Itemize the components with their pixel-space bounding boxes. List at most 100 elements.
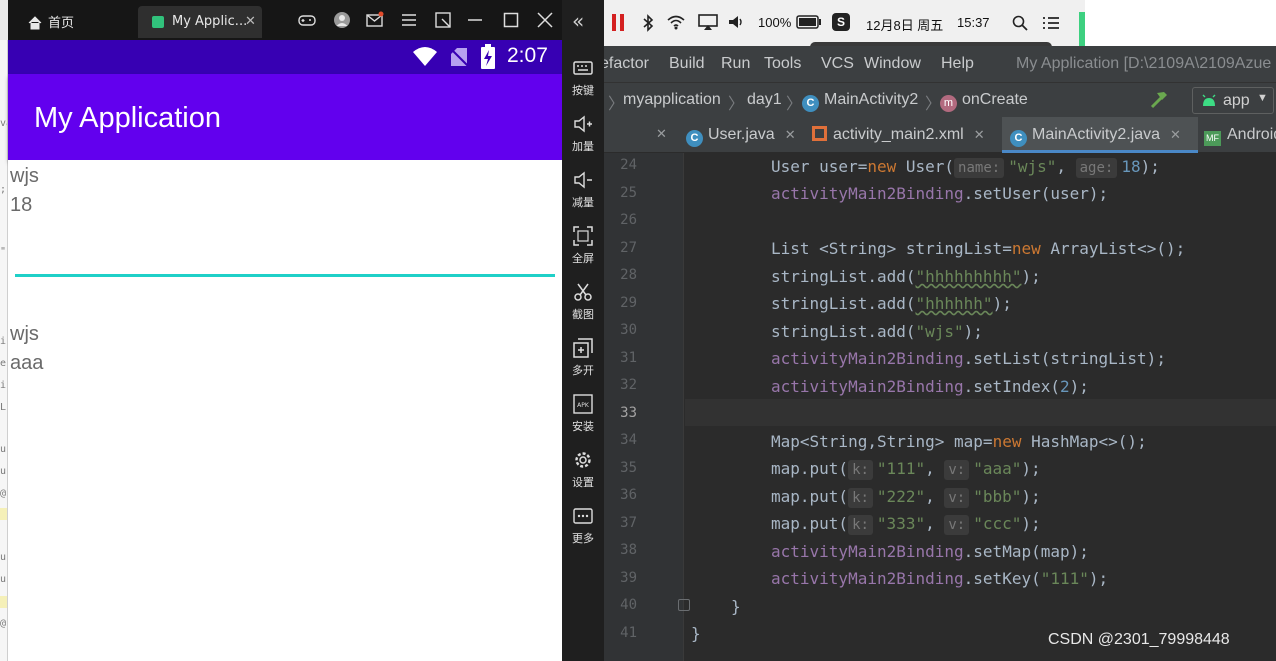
volume-up-icon (574, 115, 592, 133)
tab-mainactivity2-java[interactable]: C MainActivity2.java ✕ (1002, 117, 1198, 153)
line-number: 41 (620, 625, 637, 641)
line-number: 25 (620, 185, 637, 201)
param-hint: v: (944, 515, 970, 535)
system-date: 12月8日 周五 (866, 18, 944, 33)
toolbar-multi-instance-button[interactable]: 多开 (562, 336, 604, 388)
breadcrumb-mainactivity2-label: MainActivity2 (824, 91, 919, 108)
underlying-editor-edge: va ; " i e i L u u @ u u @ (0, 40, 8, 661)
toolbar-install-apk-button[interactable]: APK 安装 (562, 392, 604, 444)
tab-user-java[interactable]: C User.java ✕ (686, 117, 796, 153)
close-icon[interactable]: ✕ (974, 127, 985, 142)
line-number-current: 33 (620, 405, 637, 421)
toolbar-label: 截图 (572, 308, 594, 321)
menu-vcs[interactable]: VCS (821, 55, 854, 73)
home-icon (28, 16, 42, 30)
tab-label: My Applic... (172, 14, 248, 29)
tab-label: activity_main2.xml (833, 126, 964, 143)
search-icon[interactable] (1012, 15, 1028, 31)
mail-icon[interactable] (366, 11, 384, 29)
close-icon[interactable]: ✕ (785, 127, 796, 142)
edge-text: " (0, 246, 7, 257)
app-s-icon[interactable]: S (832, 13, 850, 31)
tab-activity-main2-xml[interactable]: activity_main2.xml ✕ (812, 117, 985, 153)
toolbar-label: 按键 (572, 84, 594, 97)
param-hint: v: (944, 488, 970, 508)
toolbar-volume-down-button[interactable]: 减量 (562, 168, 604, 220)
line-number-gutter: 24 25 26 27 28 29 30 31 32 33 34 35 36 3… (600, 153, 690, 661)
maximize-icon[interactable] (502, 11, 520, 29)
toolbar-keyboard-button[interactable]: 按键 (562, 56, 604, 108)
menu-run[interactable]: Run (721, 55, 750, 73)
line-number: 34 (620, 432, 637, 448)
toolbar-label: 设置 (572, 476, 594, 489)
menu-window[interactable]: Window (864, 55, 921, 73)
volume-down-icon (574, 171, 592, 189)
line-number: 26 (620, 212, 637, 228)
collapse-icon[interactable]: « (572, 9, 584, 33)
edge-highlight (0, 508, 7, 520)
breadcrumb-mainactivity2[interactable]: C MainActivity2 (802, 91, 918, 112)
code-line-27: List <String> stringList=new ArrayList<>… (771, 239, 1186, 258)
breadcrumb-day1[interactable]: day1 (747, 91, 782, 109)
edge-text: u (0, 444, 7, 455)
menu-build[interactable]: Build (669, 55, 705, 73)
battery-charging-icon (481, 44, 495, 69)
param-hint: age: (1075, 158, 1118, 178)
toolbar-screenshot-button[interactable]: 截图 (562, 280, 604, 332)
gamepad-icon[interactable] (298, 11, 316, 29)
menu-refactor[interactable]: efactor (600, 55, 649, 73)
toolbar-volume-up-button[interactable]: 加量 (562, 112, 604, 164)
toolbar-settings-button[interactable]: 设置 (562, 448, 604, 500)
toolbar-label: 安装 (572, 420, 594, 433)
emulator-title-bar: 首页 My Applic... ✕ (0, 0, 562, 40)
method-icon: m (940, 95, 957, 112)
edge-text: e (0, 358, 7, 369)
class-icon: C (686, 130, 703, 147)
wifi-icon (667, 15, 685, 30)
battery-percent: 100% (758, 15, 792, 30)
wifi-signal-icon (413, 47, 437, 66)
toolbar-fullscreen-button[interactable]: 全屏 (562, 224, 604, 276)
toolbar-more-button[interactable]: 更多 (562, 504, 604, 556)
menu-icon[interactable] (400, 11, 418, 29)
code-line-36: map.put(k: "222", v: "bbb"); (771, 487, 1041, 508)
desktop: 100% S 12月8日 周五 15:37 efactor Build Run … (0, 0, 1276, 661)
code-line-31: activityMain2Binding.setList(stringList)… (771, 349, 1166, 368)
editor-tab-bar: ✕ C User.java ✕ activity_main2.xml ✕ C MainA… (600, 117, 1276, 153)
code-line-41: } (691, 624, 701, 643)
avatar-icon[interactable] (333, 11, 351, 29)
list-icon[interactable] (1042, 15, 1060, 31)
ide-menu-bar: efactor Build Run Tools VCS Window Help … (600, 46, 1276, 82)
close-icon[interactable] (536, 11, 554, 29)
line-number: 31 (620, 350, 637, 366)
menu-tools[interactable]: Tools (764, 55, 801, 73)
code-editor[interactable]: User user=new User(name: "wjs", age: 18); … (685, 153, 1276, 661)
app-title: My Application (34, 102, 221, 134)
edge-text: ; (0, 184, 7, 195)
breadcrumb-oncreate[interactable]: m onCreate (940, 91, 1028, 112)
hammer-icon[interactable] (1148, 89, 1170, 111)
tab-androidmanifest[interactable]: MF AndroidMar (1204, 117, 1276, 153)
minimize-icon[interactable] (466, 11, 484, 29)
edge-text: L (0, 402, 7, 413)
no-sim-icon (449, 47, 469, 67)
android-status-bar: 2:07 (8, 40, 562, 74)
recording-pause-icon[interactable] (612, 14, 616, 31)
line-number: 37 (620, 515, 637, 531)
current-line-highlight (685, 399, 1276, 426)
home-tab[interactable]: 首页 (28, 12, 74, 31)
param-hint: v: (944, 460, 970, 480)
close-icon[interactable]: ✕ (656, 126, 667, 142)
tab-my-application[interactable]: My Applic... ✕ (138, 6, 262, 38)
left-stripe (0, 0, 8, 40)
close-icon[interactable]: ✕ (245, 14, 256, 29)
bluetooth-icon (643, 14, 654, 32)
resize-icon[interactable] (434, 11, 452, 29)
close-icon[interactable]: ✕ (1170, 127, 1181, 142)
divider (15, 274, 555, 277)
breadcrumb-myapplication[interactable]: myapplication (623, 91, 721, 109)
run-config-select[interactable]: app ▼ (1192, 87, 1274, 114)
tab-label: AndroidMar (1227, 126, 1276, 143)
class-icon: C (802, 95, 819, 112)
menu-help[interactable]: Help (941, 55, 974, 73)
